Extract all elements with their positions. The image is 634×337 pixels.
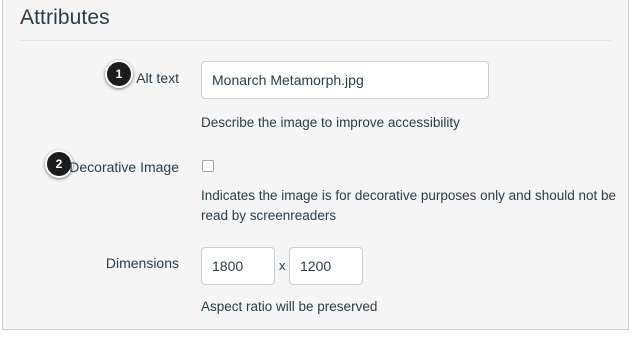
alt-text-help: Describe the image to improve accessibil… [201,115,460,130]
alt-text-input[interactable] [201,61,489,99]
width-input[interactable] [201,247,275,285]
dimensions-label: Dimensions [105,255,179,271]
attributes-panel: Attributes 1 Alt text Describe the image… [2,0,629,330]
section-title: Attributes [20,6,110,29]
callout-badge-1: 1 [105,60,133,88]
decorative-image-checkbox[interactable] [202,160,214,172]
height-input[interactable] [289,247,363,285]
decorative-image-label: Decorative Image [69,159,179,175]
alt-text-label: Alt text [136,70,179,86]
title-divider [20,40,611,41]
dimension-separator: x [279,258,286,273]
dimensions-help: Aspect ratio will be preserved [201,299,378,314]
decorative-image-help: Indicates the image is for decorative pu… [201,188,617,223]
